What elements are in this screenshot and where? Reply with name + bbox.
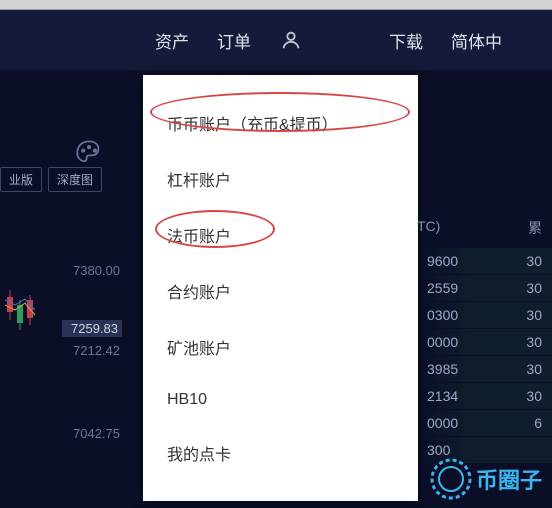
price-label: 7212.42 xyxy=(60,343,120,358)
row-qty: 0000 xyxy=(427,334,458,350)
row-qty: 0300 xyxy=(427,307,458,323)
orderbook-row[interactable]: 0000 6 xyxy=(417,410,552,436)
orderbook-row[interactable]: 9600 30 xyxy=(417,248,552,274)
header-qty: TC) xyxy=(417,218,440,238)
pro-version-button[interactable]: 业版 xyxy=(0,167,42,192)
chart-area: 7380.00 7259.83 7212.42 7042.75 xyxy=(0,200,145,500)
row-qty: 0000 xyxy=(427,415,458,431)
orderbook-row[interactable]: 2559 30 xyxy=(417,275,552,301)
dropdown-item-futures[interactable]: 合约账户 xyxy=(143,263,418,319)
price-label: 7380.00 xyxy=(60,263,120,278)
orderbook-row[interactable]: 3985 30 xyxy=(417,356,552,382)
nav-lang[interactable]: 简体中 xyxy=(451,28,502,53)
orderbook-row[interactable]: 0000 30 xyxy=(417,329,552,355)
price-label: 7042.75 xyxy=(60,426,120,441)
top-nav: 资产 订单 下载 简体中 xyxy=(0,10,552,70)
row-cum: 6 xyxy=(534,415,542,431)
candlestick-chart xyxy=(5,285,45,350)
header-cum: 累 xyxy=(528,218,542,238)
depth-chart-button[interactable]: 深度图 xyxy=(48,167,102,192)
orderbook-row[interactable]: 0300 30 xyxy=(417,302,552,328)
row-cum: 30 xyxy=(526,280,542,296)
row-qty: 9600 xyxy=(427,253,458,269)
nav-download[interactable]: 下载 xyxy=(389,28,423,53)
dropdown-item-fiat[interactable]: 法币账户 xyxy=(143,207,418,263)
watermark-logo-icon xyxy=(430,458,472,500)
palette-icon[interactable] xyxy=(75,139,103,167)
chart-buttons: 业版 深度图 xyxy=(0,167,102,192)
dropdown-item-hb10[interactable]: HB10 xyxy=(143,375,418,425)
dropdown-item-points[interactable]: 我的点卡 xyxy=(143,425,418,481)
row-cum: 30 xyxy=(526,307,542,323)
row-qty: 300 xyxy=(427,442,450,458)
watermark-text: 币圈子 xyxy=(476,463,542,495)
assets-dropdown: 币币账户（充币&提币） 杠杆账户 法币账户 合约账户 矿池账户 HB10 我的点… xyxy=(143,75,418,501)
dropdown-item-spot[interactable]: 币币账户（充币&提币） xyxy=(143,95,418,151)
watermark: 币圈子 xyxy=(430,458,542,500)
row-cum: 30 xyxy=(526,334,542,350)
orderbook-header: TC) 累 xyxy=(417,218,552,248)
row-qty: 3985 xyxy=(427,361,458,377)
browser-chrome xyxy=(0,0,552,10)
orderbook-row[interactable]: 2134 30 xyxy=(417,383,552,409)
price-current: 7259.83 xyxy=(62,320,122,337)
dropdown-item-pool[interactable]: 矿池账户 xyxy=(143,319,418,375)
row-cum: 30 xyxy=(526,388,542,404)
nav-orders[interactable]: 订单 xyxy=(217,28,251,53)
user-icon[interactable] xyxy=(279,28,303,52)
row-qty: 2134 xyxy=(427,388,458,404)
row-cum: 30 xyxy=(526,361,542,377)
nav-assets[interactable]: 资产 xyxy=(155,28,189,53)
dropdown-item-margin[interactable]: 杠杆账户 xyxy=(143,151,418,207)
row-cum: 30 xyxy=(526,253,542,269)
orderbook: TC) 累 9600 30 2559 30 0300 30 0000 30 39… xyxy=(417,218,552,464)
row-qty: 2559 xyxy=(427,280,458,296)
